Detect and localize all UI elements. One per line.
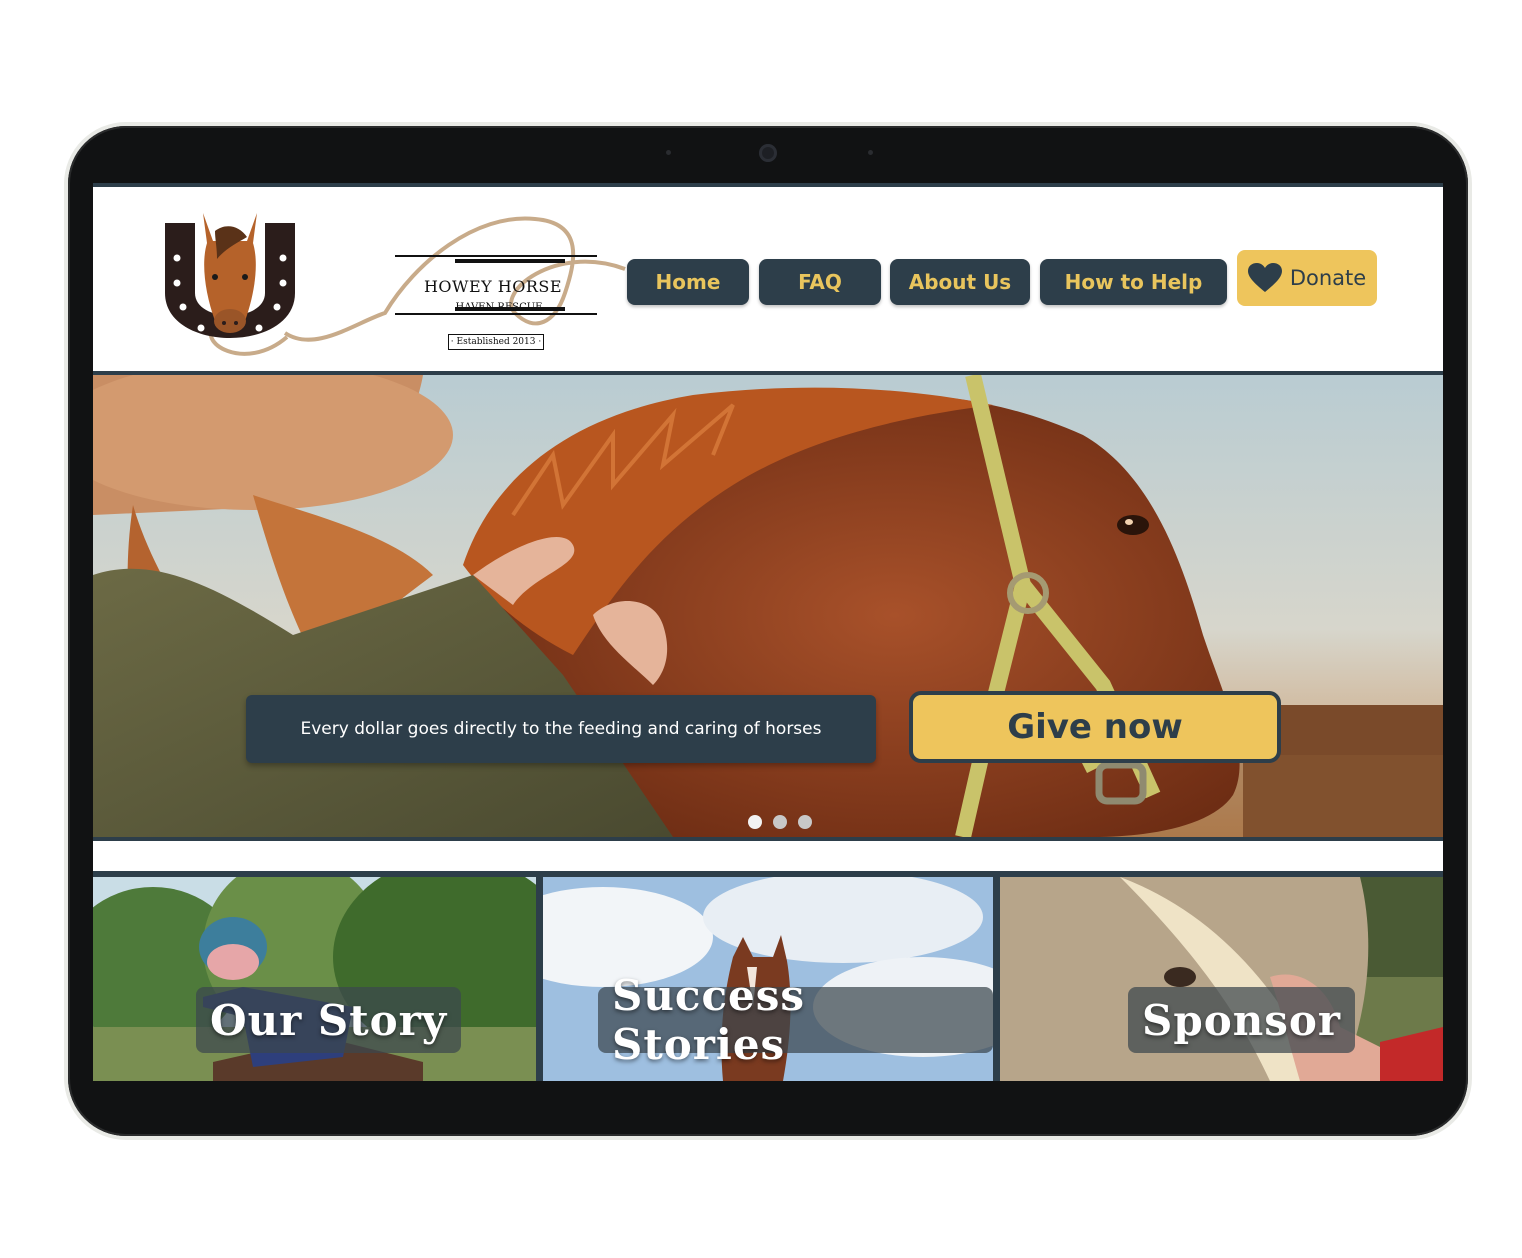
nav-how-to-help-button[interactable]: How to Help (1040, 259, 1227, 305)
nav-home-button[interactable]: Home (627, 259, 749, 305)
sensor-dot (868, 150, 873, 155)
heart-icon (1247, 263, 1282, 292)
site-header: HOWEY HORSE HAVEN RESCUE · Established 2… (93, 187, 1443, 371)
feature-cards: Our Story Success Stories Sponsor (93, 871, 1443, 1081)
carousel-indicators (748, 815, 812, 829)
card-label-success-stories: Success Stories (598, 971, 993, 1069)
carousel-dot-2[interactable] (773, 815, 787, 829)
section-divider (93, 841, 1443, 871)
logo-subtitle: HAVEN RESCUE (455, 302, 543, 313)
donate-label: Donate (1289, 266, 1367, 290)
hero-horse-photo (93, 375, 1443, 837)
card-our-story[interactable]: Our Story (93, 877, 536, 1081)
card-sponsor[interactable]: Sponsor (1000, 877, 1443, 1081)
hero-caption: Every dollar goes directly to the feedin… (246, 695, 876, 763)
card-label-sponsor: Sponsor (1128, 987, 1356, 1053)
sensor-dot (666, 150, 671, 155)
nav-about-us-button[interactable]: About Us (890, 259, 1030, 305)
site-logo[interactable]: HOWEY HORSE HAVEN RESCUE · Established 2… (155, 203, 655, 363)
logo-title: HOWEY HORSE (423, 277, 563, 296)
donate-button[interactable]: Donate (1237, 250, 1377, 306)
carousel-dot-1[interactable] (748, 815, 762, 829)
give-now-button[interactable]: Give now (909, 691, 1281, 763)
camera-icon (759, 144, 777, 162)
carousel-dot-3[interactable] (798, 815, 812, 829)
website-screen: HOWEY HORSE HAVEN RESCUE · Established 2… (93, 183, 1443, 1081)
card-label-our-story: Our Story (196, 987, 462, 1053)
logo-established: · Established 2013 · (448, 334, 544, 350)
card-success-stories[interactable]: Success Stories (543, 877, 993, 1081)
hero-carousel[interactable]: Every dollar goes directly to the feedin… (93, 371, 1443, 841)
nav-faq-button[interactable]: FAQ (759, 259, 881, 305)
